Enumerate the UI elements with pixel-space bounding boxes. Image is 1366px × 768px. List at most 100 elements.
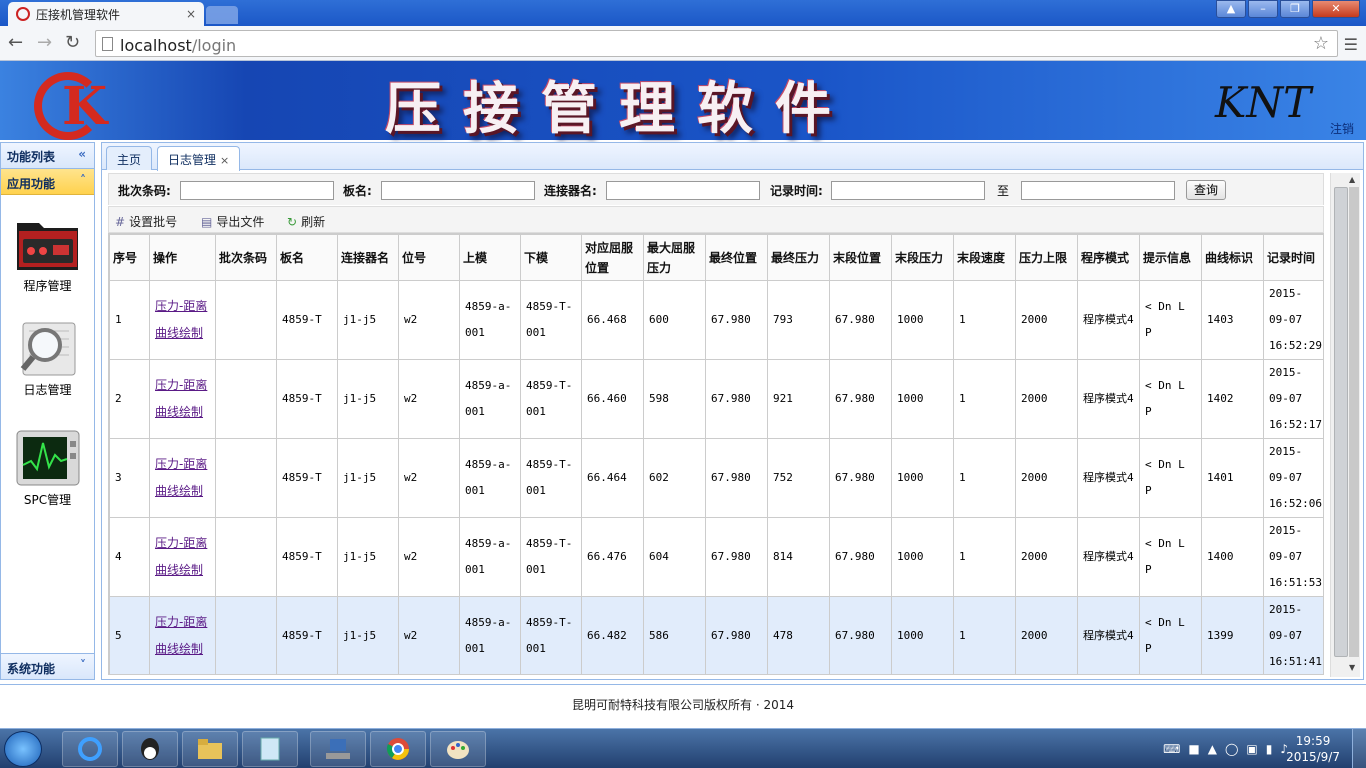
column-header[interactable]: 记录时间	[1263, 234, 1323, 281]
column-header[interactable]: 序号	[109, 234, 150, 281]
accordion-app-header[interactable]: 应用功能 ˄	[1, 169, 94, 195]
browser-tab[interactable]: 压接机管理软件 ×	[8, 2, 204, 26]
url-input[interactable]: localhost/login ☆	[95, 30, 1338, 57]
connector-input[interactable]	[606, 181, 760, 200]
maximize-icon[interactable]: ❐	[1280, 0, 1310, 18]
sidebar-item-spc[interactable]: SPC管理	[1, 429, 94, 508]
chrome-icon[interactable]	[370, 731, 426, 767]
cell-upper: 4859-a-001	[459, 438, 521, 518]
cell-final-pres: 478	[767, 596, 830, 674]
column-header[interactable]: 最大屈服压力	[643, 234, 706, 281]
cell-end-speed: 1	[953, 517, 1016, 597]
cell-conn: j1-j5	[337, 517, 399, 597]
cell-end-speed: 1	[953, 359, 1016, 439]
new-tab-button[interactable]	[206, 6, 238, 24]
cell-curve: 1399	[1201, 596, 1264, 674]
cell-hint: < Dn L P	[1139, 359, 1202, 439]
show-desktop-button[interactable]	[1352, 729, 1366, 768]
window-menu-icon[interactable]: ▲	[1216, 0, 1246, 18]
cell-hint: < Dn L P	[1139, 596, 1202, 674]
cell-curve: 1401	[1201, 438, 1264, 518]
back-icon[interactable]: ←	[8, 32, 23, 53]
curve-plot-link[interactable]: 压力-距离曲线绘制	[155, 615, 207, 656]
table-row[interactable]: 1 压力-距离曲线绘制 4859-T j1-j5 w2 4859-a-001 4859-T-…	[109, 280, 1323, 360]
column-header[interactable]: 末段位置	[829, 234, 892, 281]
column-header[interactable]: 末段速度	[953, 234, 1016, 281]
notepad-icon[interactable]	[242, 731, 298, 767]
column-header[interactable]: 上模	[459, 234, 521, 281]
table-row[interactable]: 4 压力-距离曲线绘制 4859-T j1-j5 w2 4859-a-001 4859-T-…	[109, 517, 1323, 597]
curve-plot-link[interactable]: 压力-距离曲线绘制	[155, 299, 207, 340]
scroll-thumb[interactable]	[1334, 187, 1348, 657]
table-header-row: 序号 操作 批次条码 板名 连接器名 位号 上模 下模 对应屈服位置 最大屈服压力 最终位置 最终压力…	[109, 234, 1323, 281]
chevron-up-icon[interactable]: ˄	[80, 173, 86, 187]
curve-plot-link[interactable]: 压力-距离曲线绘制	[155, 536, 207, 577]
paint-icon[interactable]	[430, 731, 486, 767]
table-row[interactable]: 2 压力-距离曲线绘制 4859-T j1-j5 w2 4859-a-001 4859-T-…	[109, 359, 1323, 439]
column-header[interactable]: 下模	[520, 234, 582, 281]
scroll-down-icon[interactable]: ▼	[1349, 663, 1355, 672]
column-header[interactable]: 程序模式	[1077, 234, 1140, 281]
tab-close-icon[interactable]: ×	[186, 7, 196, 21]
column-header[interactable]: 批次条码	[215, 234, 277, 281]
window-close-icon[interactable]: ✕	[1312, 0, 1360, 18]
curve-plot-link[interactable]: 压力-距离曲线绘制	[155, 378, 207, 419]
tab-home[interactable]: 主页	[106, 146, 153, 170]
set-batch-button[interactable]: # 设置批号	[115, 213, 177, 230]
qq-icon[interactable]	[122, 731, 178, 767]
sidebar-item-program[interactable]: 程序管理	[1, 215, 94, 294]
column-header[interactable]: 对应屈服位置	[581, 234, 644, 281]
refresh-button[interactable]: ↻ 刷新	[287, 213, 325, 230]
curve-plot-link[interactable]: 压力-距离曲线绘制	[155, 457, 207, 498]
column-header[interactable]: 连接器名	[337, 234, 399, 281]
board-input[interactable]	[381, 181, 535, 200]
table-row[interactable]: 5 压力-距离曲线绘制 4859-T j1-j5 w2 4859-a-001 4859-T-…	[109, 596, 1323, 674]
scroll-up-icon[interactable]: ▲	[1349, 175, 1355, 184]
column-header[interactable]: 提示信息	[1139, 234, 1202, 281]
tab-log[interactable]: 日志管理 ×	[157, 146, 241, 171]
column-header[interactable]: 操作	[149, 234, 216, 281]
tab-close-icon[interactable]: ×	[220, 154, 229, 167]
vertical-scrollbar[interactable]: ▲ ▼	[1330, 173, 1360, 677]
scroll-track[interactable]	[1349, 187, 1359, 657]
column-header[interactable]: 末段压力	[891, 234, 954, 281]
explorer-icon[interactable]	[182, 731, 238, 767]
batch-input[interactable]	[180, 181, 334, 200]
query-button[interactable]: 查询	[1186, 180, 1226, 200]
bookmark-star-icon[interactable]: ☆	[1313, 33, 1329, 54]
system-tray[interactable]: ⌨■▲◯▣▮♪	[1163, 742, 1296, 756]
forward-icon[interactable]: →	[37, 32, 52, 53]
address-toolbar: ← → ↻ localhost/login ☆ ☰	[0, 26, 1366, 61]
column-header[interactable]: 最终压力	[767, 234, 830, 281]
table-row[interactable]: 3 压力-距离曲线绘制 4859-T j1-j5 w2 4859-a-001 4859-T-…	[109, 438, 1323, 518]
accordion-sys-header[interactable]: 系统功能 ˅	[1, 653, 94, 679]
clock-date: 2015/9/7	[1286, 750, 1340, 764]
export-button[interactable]: ▤ 导出文件	[201, 213, 264, 230]
time-start-input[interactable]	[831, 181, 985, 200]
cell-curve: 1403	[1201, 280, 1264, 360]
logout-link[interactable]: 注销	[1330, 120, 1354, 137]
collapse-left-icon[interactable]: «	[78, 147, 86, 161]
column-header[interactable]: 最终位置	[705, 234, 768, 281]
sidebar-item-log[interactable]: 日志管理	[1, 319, 94, 398]
clock[interactable]: 19:59 2015/9/7	[1286, 733, 1340, 765]
chrome-menu-icon[interactable]: ☰	[1344, 35, 1358, 54]
column-header[interactable]: 压力上限	[1015, 234, 1078, 281]
chevron-down-icon[interactable]: ˅	[80, 658, 86, 672]
start-button[interactable]	[4, 731, 42, 767]
cell-lower: 4859-T-001	[520, 596, 582, 674]
column-header[interactable]: 板名	[276, 234, 338, 281]
minimize-icon[interactable]: –	[1248, 0, 1278, 18]
cell-board: 4859-T	[276, 280, 338, 360]
cell-yield-pos: 66.476	[581, 517, 644, 597]
time-end-input[interactable]	[1021, 181, 1175, 200]
ie-icon[interactable]	[62, 731, 118, 767]
url-path: /login	[191, 36, 237, 55]
column-header[interactable]: 位号	[398, 234, 460, 281]
reload-icon[interactable]: ↻	[65, 32, 80, 53]
cell-final-pres: 752	[767, 438, 830, 518]
cell-op: 压力-距离曲线绘制	[149, 280, 216, 360]
connector-label: 连接器名:	[544, 184, 597, 198]
column-header[interactable]: 曲线标识	[1201, 234, 1264, 281]
network-icon[interactable]	[310, 731, 366, 767]
